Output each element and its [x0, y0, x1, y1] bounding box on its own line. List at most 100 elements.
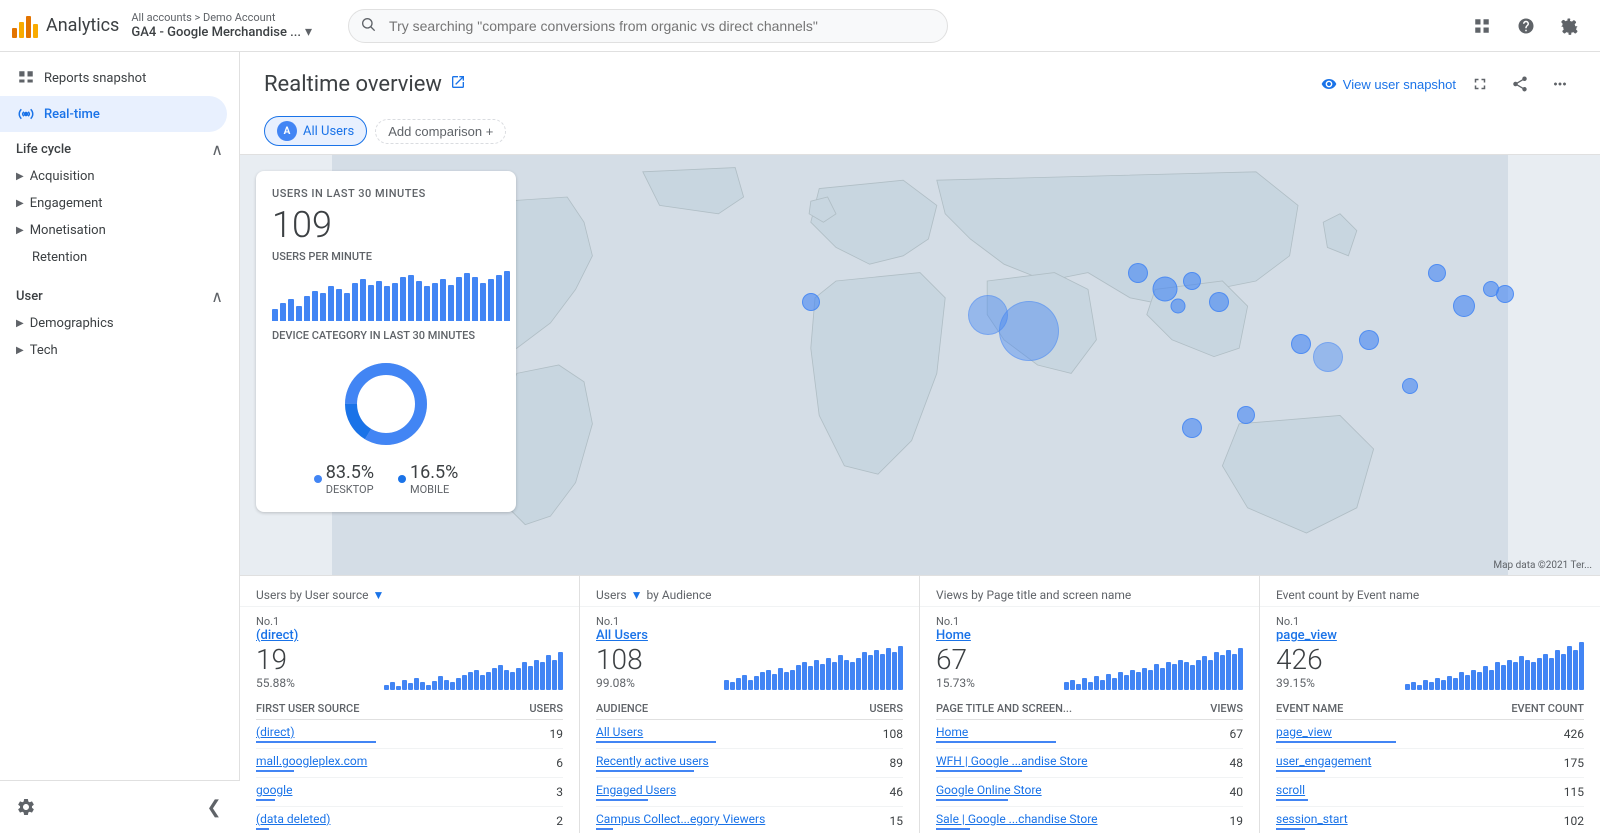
table-row: (data deleted) 2: [256, 807, 563, 833]
panel-stat-name[interactable]: page_view: [1276, 628, 1337, 643]
sidebar-item-acquisition[interactable]: ▶ Acquisition: [0, 163, 239, 190]
mini-bar: [464, 273, 470, 321]
logo-bar-3: [26, 16, 31, 38]
sidebar-item-tech[interactable]: ▶ Tech: [0, 337, 239, 364]
settings-button[interactable]: [8, 789, 44, 825]
spark-bar: [736, 678, 741, 690]
row-name[interactable]: All Users: [596, 725, 873, 739]
mini-bar: [272, 309, 278, 321]
sidebar-item-retention[interactable]: Retention: [0, 244, 239, 271]
panel-sparkline: [1064, 650, 1243, 690]
mini-bar: [320, 293, 326, 321]
panel-audience: Users ▼ by Audience No.1 All Users 108 9…: [580, 576, 920, 833]
snapshot-icon: [16, 68, 36, 88]
share-icon[interactable]: [1504, 68, 1536, 100]
row-name[interactable]: user_engagement: [1276, 754, 1554, 768]
apps-icon[interactable]: [1464, 8, 1500, 44]
spark-bar: [814, 660, 819, 690]
row-name[interactable]: google: [256, 783, 533, 797]
panel-dropdown[interactable]: ▼: [373, 588, 385, 602]
spark-bar: [1573, 650, 1578, 690]
spark-bar: [1549, 658, 1554, 690]
row-value: 102: [1554, 814, 1584, 828]
row-name-col: google: [256, 783, 533, 801]
logo-icon: [12, 14, 38, 38]
spark-bar: [462, 675, 467, 690]
row-name[interactable]: Google Online Store: [936, 783, 1213, 797]
row-name[interactable]: page_view: [1276, 725, 1554, 739]
chevron-down-icon[interactable]: ▾: [305, 24, 312, 40]
spark-bar: [540, 662, 545, 690]
row-name[interactable]: session_start: [1276, 812, 1554, 826]
spark-bar: [1238, 648, 1243, 690]
more-options-icon[interactable]: [1544, 68, 1576, 100]
user-group[interactable]: User ∧: [0, 279, 239, 310]
col1-header: PAGE TITLE AND SCREEN...: [936, 702, 1072, 715]
row-name[interactable]: scroll: [1276, 783, 1554, 797]
spark-bar: [742, 675, 747, 690]
spark-bar: [1465, 675, 1470, 690]
row-value: 426: [1554, 727, 1584, 741]
row-name-col: WFH | Google ...andise Store: [936, 754, 1213, 772]
mobile-label: MOBILE: [410, 483, 449, 496]
row-name[interactable]: Home: [936, 725, 1213, 739]
row-name[interactable]: Recently active users: [596, 754, 873, 768]
sidebar-item-snapshot[interactable]: Reports snapshot: [0, 60, 227, 96]
row-name[interactable]: mall.googleplex.com: [256, 754, 533, 768]
mini-bar: [360, 279, 366, 321]
sidebar-item-monetisation[interactable]: ▶ Monetisation: [0, 217, 239, 244]
spark-bar: [1513, 662, 1518, 690]
row-name[interactable]: (direct): [256, 725, 533, 739]
row-name[interactable]: Sale | Google ...chandise Store: [936, 812, 1213, 826]
spark-bar: [480, 675, 485, 690]
settings-icon[interactable]: [1552, 8, 1588, 44]
view-snapshot-button[interactable]: View user snapshot: [1321, 76, 1456, 92]
search-input[interactable]: [348, 9, 948, 43]
row-name-col: session_start: [1276, 812, 1554, 830]
fullscreen-icon[interactable]: [1464, 68, 1496, 100]
col2-header: VIEWS: [1210, 702, 1243, 715]
panel-stat-name[interactable]: (direct): [256, 628, 298, 643]
panel-stat-name[interactable]: All Users: [596, 628, 648, 643]
all-users-chip[interactable]: A All Users: [264, 116, 367, 146]
logo: Analytics: [12, 14, 119, 38]
map-dot: [1496, 285, 1514, 303]
help-icon[interactable]: [1508, 8, 1544, 44]
map-dot: [1171, 299, 1186, 314]
row-bar: [256, 828, 269, 830]
panel-title-row: Users ▼ by Audience: [596, 588, 903, 602]
collapse-sidebar-button[interactable]: ❮: [196, 789, 232, 825]
map-credit: Map data ©2021 Ter...: [1493, 560, 1592, 571]
spark-bar: [1447, 676, 1452, 690]
row-name-col: page_view: [1276, 725, 1554, 743]
sidebar-item-engagement[interactable]: ▶ Engagement: [0, 190, 239, 217]
spark-bar: [1429, 682, 1434, 690]
panel-dropdown[interactable]: ▼: [631, 588, 643, 602]
spark-bar: [438, 676, 443, 690]
spark-bar: [1196, 660, 1201, 690]
lifecycle-group[interactable]: Life cycle ∧: [0, 132, 239, 163]
sidebar-item-demographics[interactable]: ▶ Demographics: [0, 310, 239, 337]
panel-table: EVENT NAME EVENT COUNT page_view 426 use…: [1260, 698, 1600, 833]
row-name[interactable]: (data deleted): [256, 812, 533, 826]
row-value: 15: [873, 814, 903, 828]
mini-bar: [424, 286, 430, 321]
table-row: All Users 108: [596, 720, 903, 749]
map-dot: [1128, 263, 1148, 283]
table-row: mall.googleplex.com 6: [256, 749, 563, 778]
spark-bar: [1579, 642, 1584, 690]
spark-bar: [1202, 656, 1207, 690]
table-row: user_engagement 175: [1276, 749, 1584, 778]
external-link-icon[interactable]: [450, 74, 466, 94]
spark-bar: [868, 655, 873, 690]
table-row: Engaged Users 46: [596, 778, 903, 807]
add-comparison-button[interactable]: Add comparison +: [375, 119, 506, 144]
row-name[interactable]: WFH | Google ...andise Store: [936, 754, 1213, 768]
sidebar-item-realtime[interactable]: Real-time: [0, 96, 227, 132]
row-name[interactable]: Engaged Users: [596, 783, 873, 797]
arrow-icon: ▶: [16, 225, 24, 236]
realtime-label: Real-time: [44, 107, 100, 122]
panel-rank: No.1: [596, 615, 648, 628]
row-name[interactable]: Campus Collect...egory Viewers: [596, 812, 873, 826]
panel-stat-name[interactable]: Home: [936, 628, 975, 643]
